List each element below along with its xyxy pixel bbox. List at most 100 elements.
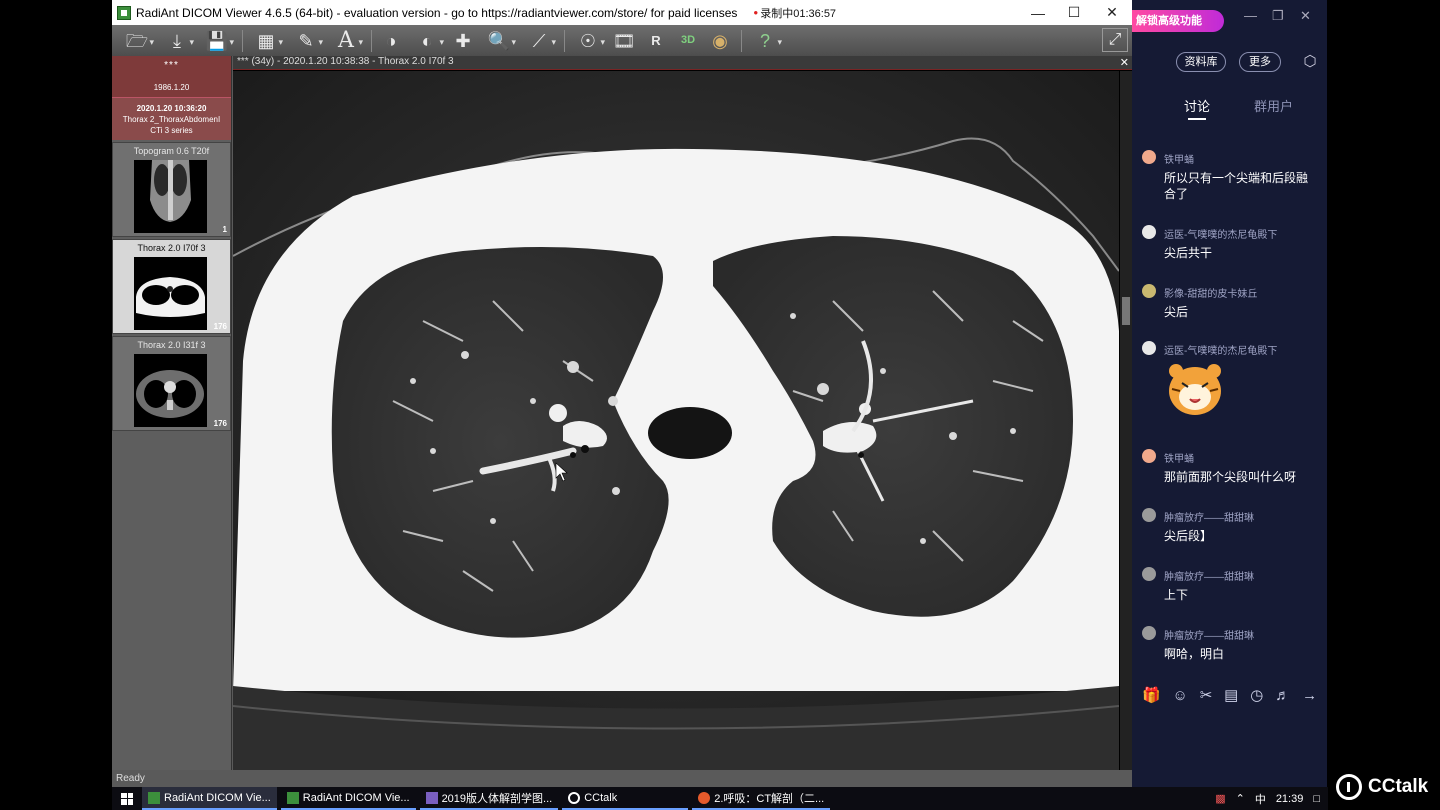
- unlock-features-banner[interactable]: 解锁高级功能: [1132, 10, 1224, 32]
- user-avatar[interactable]: [1142, 508, 1156, 522]
- cctalk-logo-text: CCtalk: [1368, 776, 1429, 797]
- mediastinal-window-thumbnail-image: [134, 354, 207, 427]
- user-avatar[interactable]: [1142, 449, 1156, 463]
- viewport-close-icon[interactable]: ✕: [1120, 56, 1129, 69]
- user-avatar[interactable]: [1142, 567, 1156, 581]
- film-button[interactable]: 🎞: [609, 28, 639, 54]
- reconstruct-button[interactable]: R: [641, 28, 671, 54]
- download-button[interactable]: ⤓: [158, 28, 196, 54]
- start-button[interactable]: [112, 787, 142, 810]
- chat-message: 影像-甜甜的皮卡妹丘 尖后: [1142, 284, 1322, 324]
- series-image-count: 176: [213, 419, 227, 428]
- help-button[interactable]: ?: [746, 28, 784, 54]
- save-icon: 💾: [205, 30, 229, 51]
- crosshair-button[interactable]: ✚: [448, 28, 478, 54]
- taskbar-item-label: CCtalk: [584, 791, 618, 804]
- clock-icon[interactable]: ◷: [1250, 686, 1263, 704]
- slice-scrollbar[interactable]: [1120, 71, 1132, 770]
- taskbar-item-anatomy-atlas[interactable]: 2019版人体解剖学图...: [419, 787, 559, 810]
- taskbar-item-radiant-2[interactable]: RadiAnt DICOM Vie...: [280, 787, 416, 810]
- message-username[interactable]: 铁甲蛹: [1164, 151, 1194, 166]
- close-button[interactable]: ✕: [1093, 0, 1131, 25]
- series-thumbnail-mediastinal[interactable]: Thorax 2.0 I31f 3 176: [112, 336, 231, 431]
- minimize-button[interactable]: —: [1019, 0, 1057, 25]
- radiant-app-icon: [286, 791, 299, 804]
- cctalk-panel: 解锁高级功能 — ❐ ✕ 资料库 更多 ⬡ 讨论 群用户 铁甲蛹 所以只有一个尖…: [1132, 0, 1327, 787]
- taskbar-item-cctalk[interactable]: CCtalk: [562, 787, 689, 810]
- study-info[interactable]: 2020.1.20 10:36:20 Thorax 2_ThoraxAbdome…: [112, 98, 231, 140]
- topogram-thumbnail-image: [134, 160, 207, 233]
- open-folder-button[interactable]: 🗁: [118, 28, 156, 54]
- message-text: 尖后段】: [1164, 529, 1213, 543]
- 3d-button[interactable]: 3D: [673, 28, 703, 54]
- user-avatar[interactable]: [1142, 150, 1156, 164]
- chat-message-list[interactable]: 铁甲蛹 所以只有一个尖端和后段融合了 运医-气噗噗的杰尼龟殿下 尖后共干 影像-…: [1132, 118, 1327, 678]
- message-username[interactable]: 影像-甜甜的皮卡妹丘: [1164, 285, 1257, 300]
- message-username[interactable]: 肿瘤放疗——甜甜琳: [1164, 627, 1254, 642]
- series-image-count: 176: [213, 322, 227, 331]
- ct-chest-image[interactable]: [233, 71, 1119, 770]
- maximize-button[interactable]: ☐: [1055, 0, 1093, 25]
- fusion-button[interactable]: ◉: [705, 28, 735, 54]
- series-label: Topogram 0.6 T20f: [133, 146, 210, 156]
- patient-info[interactable]: *** 1986.1.20: [112, 56, 231, 98]
- message-username[interactable]: 铁甲蛹: [1164, 450, 1194, 465]
- taskbar-item-ct-lesson[interactable]: 2.呼吸：CT解剖（二...: [692, 787, 831, 810]
- fullscreen-button[interactable]: ⤢: [1102, 28, 1128, 52]
- user-avatar[interactable]: [1142, 626, 1156, 640]
- zoom-button[interactable]: 🔍: [480, 28, 518, 54]
- user-avatar[interactable]: [1142, 284, 1156, 298]
- mpr-button[interactable]: ☉: [569, 28, 607, 54]
- save-button[interactable]: 💾: [198, 28, 236, 54]
- notification-icon[interactable]: □: [1313, 793, 1320, 805]
- series-thumbnail-lung[interactable]: Thorax 2.0 I70f 3 176: [112, 239, 231, 334]
- tab-members[interactable]: 群用户: [1254, 96, 1293, 115]
- series-thumbnail-topogram[interactable]: Topogram 0.6 T20f 1: [112, 142, 231, 237]
- image-viewport[interactable]: *** (34y) - 2020.1.20 10:38:38 - Thorax …: [233, 56, 1132, 770]
- cc-restore-icon[interactable]: ❐: [1272, 8, 1284, 24]
- bell-icon[interactable]: ♬: [1275, 687, 1290, 704]
- clock[interactable]: 21:39: [1276, 793, 1304, 805]
- patient-dob: 1986.1.20: [153, 83, 190, 92]
- emoji-icon[interactable]: ☺: [1173, 687, 1188, 704]
- text-a-icon: A: [338, 27, 354, 53]
- user-avatar[interactable]: [1142, 341, 1156, 355]
- scissors-icon[interactable]: ✂: [1200, 686, 1213, 704]
- user-avatar[interactable]: [1142, 225, 1156, 239]
- taskbar-item-label: RadiAnt DICOM Vie...: [302, 791, 410, 804]
- message-username[interactable]: 肿瘤放疗——甜甜琳: [1164, 568, 1254, 583]
- tray-app-icon[interactable]: ▩: [1215, 792, 1225, 805]
- windows-logo-icon: [121, 792, 133, 805]
- cc-minimize-icon[interactable]: —: [1244, 8, 1257, 23]
- gift-icon[interactable]: 🎁: [1142, 686, 1161, 704]
- library-button[interactable]: 资料库: [1176, 52, 1226, 72]
- tab-discuss[interactable]: 讨论: [1184, 96, 1210, 120]
- message-username[interactable]: 运医-气噗噗的杰尼龟殿下: [1164, 342, 1277, 357]
- image-icon[interactable]: ▤: [1224, 686, 1238, 704]
- chat-message: 运医-气噗噗的杰尼龟殿下: [1142, 341, 1322, 431]
- window-title: RadiAnt DICOM Viewer 4.6.5 (64-bit) - ev…: [136, 5, 738, 20]
- message-text: 啊哈，明白: [1164, 647, 1225, 661]
- scrollbar-thumb[interactable]: [1122, 297, 1130, 325]
- settings-hexagon-icon[interactable]: ⬡: [1300, 52, 1320, 72]
- taskbar-item-radiant-1[interactable]: RadiAnt DICOM Vie...: [142, 787, 277, 810]
- annotation-button[interactable]: ✎: [287, 28, 325, 54]
- layout-button[interactable]: ▦: [247, 28, 285, 54]
- ime-indicator[interactable]: 中: [1255, 791, 1266, 807]
- radiant-app-icon: [117, 5, 131, 20]
- more-button[interactable]: 更多: [1239, 52, 1281, 72]
- tray-expand-icon[interactable]: ⌃: [1236, 792, 1245, 805]
- title-bar: RadiAnt DICOM Viewer 4.6.5 (64-bit) - ev…: [112, 0, 1132, 25]
- radiant-window: RadiAnt DICOM Viewer 4.6.5 (64-bit) - ev…: [112, 0, 1132, 787]
- arrow-right-icon[interactable]: →: [1302, 687, 1317, 704]
- text-button[interactable]: A: [327, 28, 365, 54]
- window-level-button[interactable]: ◑: [376, 28, 406, 54]
- message-username[interactable]: 肿瘤放疗——甜甜琳: [1164, 509, 1254, 524]
- cc-close-icon[interactable]: ✕: [1300, 8, 1311, 24]
- invert-button[interactable]: ◐: [408, 28, 446, 54]
- message-text: 那前面那个尖段叫什么呀: [1164, 470, 1297, 484]
- measure-button[interactable]: ⟋: [520, 28, 558, 54]
- windows-taskbar: RadiAnt DICOM Vie... RadiAnt DICOM Vie..…: [112, 787, 1328, 810]
- message-username[interactable]: 运医-气噗噗的杰尼龟殿下: [1164, 226, 1277, 241]
- taskbar-item-label: 2019版人体解剖学图...: [441, 792, 553, 805]
